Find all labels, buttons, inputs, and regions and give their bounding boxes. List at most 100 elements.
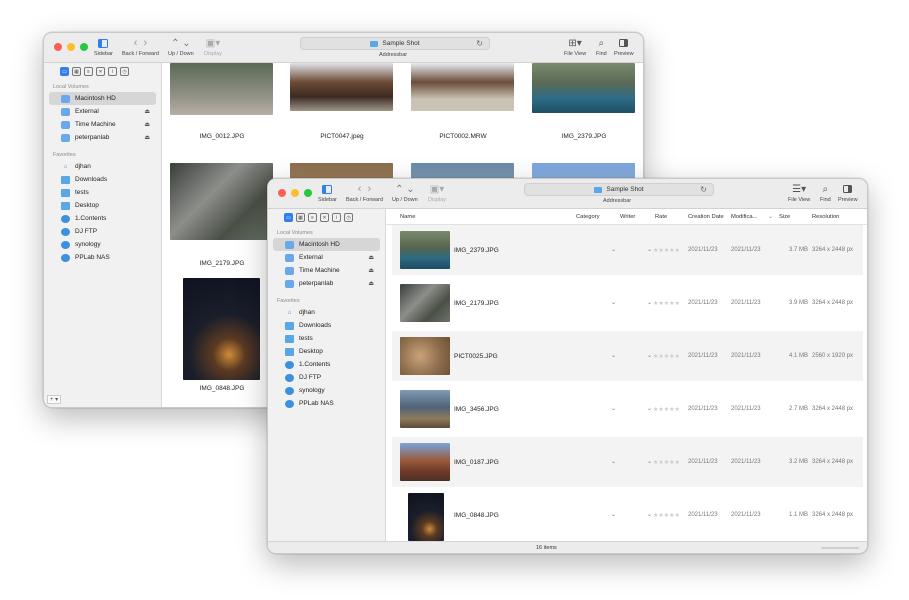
close-button[interactable] [54,43,62,51]
sidebar-item-dj-ftp[interactable]: DJ FTP [49,225,156,238]
sidebar-item-contents[interactable]: 1.Contents [49,212,156,225]
up-down-button[interactable]: ⌃ ⌄ Up / Down [392,182,418,204]
thumbnail-image[interactable] [170,63,273,115]
sidebar-item-contents[interactable]: 1.Contents [273,358,380,371]
eject-icon[interactable]: ⏏ [368,254,374,261]
sidebar-item-synology[interactable]: synology [273,384,380,397]
rating-stars[interactable]: ★★★★★ [653,459,680,466]
sidebar-item-tests[interactable]: tests [49,186,156,199]
table-row[interactable]: IMG_0848.JPG ⌄ ⌄ ★★★★★ 2021/11/23 2021/1… [392,490,863,541]
eject-icon[interactable]: ⏏ [368,280,374,287]
chevron-down-icon[interactable]: ⌄ [647,458,652,465]
info-icon[interactable]: i [108,67,117,76]
image-icon[interactable]: ▦ [296,213,305,222]
zoom-button[interactable] [304,189,312,197]
table-row[interactable]: IMG_0187.JPG ⌄ ⌄ ★★★★★ 2021/11/23 2021/1… [392,437,863,487]
sidebar-item-external[interactable]: External ⏏ [49,105,156,118]
sidebar-item-pplab-nas[interactable]: PPLab NAS [49,251,156,264]
table-row[interactable]: IMG_2379.JPG ⌄ ⌄ ★★★★★ 2021/11/23 2021/1… [392,225,863,275]
tools-icon[interactable]: ✕ [320,213,329,222]
rating-stars[interactable]: ★★★★★ [653,406,680,413]
sidebar-toggle-button[interactable]: Sidebar [94,36,113,57]
minimize-button[interactable] [291,189,299,197]
find-button[interactable]: ⌕ Find [596,36,607,58]
eject-icon[interactable]: ⏏ [144,134,150,141]
sidebar-item-synology[interactable]: synology [49,238,156,251]
rating-stars[interactable]: ★★★★★ [653,247,680,254]
thumbnail-image[interactable] [170,163,273,240]
clock-icon[interactable]: ◷ [344,213,353,222]
column-resolution[interactable]: Resolution [812,214,839,220]
image-icon[interactable]: ▦ [72,67,81,76]
preview-button[interactable]: Preview [614,36,634,57]
minimize-button[interactable] [67,43,75,51]
rating-stars[interactable]: ★★★★★ [653,512,680,519]
file-view-button[interactable]: ☰▾ File View [788,182,810,204]
sidebar-item-pplab-nas[interactable]: PPLab NAS [273,397,380,410]
address-bar[interactable]: Sample Shot ↻ [300,37,490,50]
sidebar-item-external[interactable]: External ⏏ [273,251,380,264]
reload-icon[interactable]: ↻ [700,185,707,194]
preview-button[interactable]: Preview [838,182,858,203]
sidebar-item-macintosh-hd[interactable]: Macintosh HD [273,238,380,251]
close-button[interactable] [278,189,286,197]
column-modified[interactable]: Modifica... [731,214,757,220]
column-name[interactable]: Name [400,214,415,220]
rating-stars[interactable]: ★★★★★ [653,300,680,307]
sidebar-item-desktop[interactable]: Desktop [273,345,380,358]
thumbnail-image[interactable] [290,63,393,111]
thumbnail-image[interactable] [183,278,260,380]
sidebar-item-peterpanlab[interactable]: peterpanlab ⏏ [273,277,380,290]
list-icon[interactable]: ≡ [84,67,93,76]
sidebar-item-peterpanlab[interactable]: peterpanlab ⏏ [49,131,156,144]
chevron-down-icon[interactable]: ⌄ [647,246,652,253]
column-category[interactable]: Category [576,214,600,220]
back-forward-button[interactable]: ‹ › Back / Forward [122,36,159,57]
sidebar-item-djhan[interactable]: ⌂ djhan [49,160,156,173]
reload-icon[interactable]: ↻ [476,39,483,48]
sidebar-item-dj-ftp[interactable]: DJ FTP [273,371,380,384]
computer-icon[interactable]: ▭ [284,213,293,222]
thumbnail-image[interactable] [532,63,635,113]
column-rate[interactable]: Rate [655,214,667,220]
chevron-down-icon[interactable]: ⌄ [647,299,652,306]
clock-icon[interactable]: ◷ [120,67,129,76]
up-down-button[interactable]: ⌃ ⌄ Up / Down [168,36,194,58]
chevron-down-icon[interactable]: ⌄ [611,246,616,253]
tools-icon[interactable]: ✕ [96,67,105,76]
column-creation-date[interactable]: Creation Date [688,214,724,220]
column-size[interactable]: Size [779,214,790,220]
table-row[interactable]: IMG_2179.JPG ⌄ ⌄ ★★★★★ 2021/11/23 2021/1… [392,278,863,328]
zoom-slider[interactable] [821,547,859,549]
file-view-button[interactable]: ⊞▾ File View [564,36,586,58]
address-bar[interactable]: Sample Shot ↻ [524,183,714,196]
chevron-down-icon[interactable]: ⌄ [611,511,616,518]
column-writer[interactable]: Writer [620,214,635,220]
zoom-button[interactable] [80,43,88,51]
back-forward-button[interactable]: ‹ › Back / Forward [346,182,383,203]
chevron-down-icon[interactable]: ⌄ [611,405,616,412]
computer-icon[interactable]: ▭ [60,67,69,76]
chevron-down-icon[interactable]: ⌄ [647,405,652,412]
display-button[interactable]: ▣▾ Display [204,36,222,58]
display-button[interactable]: ▣▾ Display [428,182,446,204]
list-icon[interactable]: ≡ [308,213,317,222]
sidebar-item-djhan[interactable]: ⌂ djhan [273,306,380,319]
sidebar-item-desktop[interactable]: Desktop [49,199,156,212]
chevron-down-icon[interactable]: ⌄ [647,511,652,518]
sidebar-toggle-button[interactable]: Sidebar [318,182,337,203]
find-button[interactable]: ⌕ Find [820,182,831,204]
thumbnail-image[interactable] [411,63,514,111]
table-row[interactable]: PICT0025.JPG ⌄ ⌄ ★★★★★ 2021/11/23 2021/1… [392,331,863,381]
chevron-down-icon[interactable]: ⌄ [647,352,652,359]
eject-icon[interactable]: ⏏ [144,108,150,115]
chevron-down-icon[interactable]: ⌄ [611,352,616,359]
sidebar-item-downloads[interactable]: Downloads [49,173,156,186]
eject-icon[interactable]: ⏏ [368,267,374,274]
sidebar-item-time-machine[interactable]: Time Machine ⏏ [49,118,156,131]
chevron-down-icon[interactable]: ⌄ [611,458,616,465]
info-icon[interactable]: i [332,213,341,222]
sidebar-item-time-machine[interactable]: Time Machine ⏏ [273,264,380,277]
table-row[interactable]: IMG_3456.JPG ⌄ ⌄ ★★★★★ 2021/11/23 2021/1… [392,384,863,434]
add-location-button[interactable]: + ▾ [47,395,62,404]
